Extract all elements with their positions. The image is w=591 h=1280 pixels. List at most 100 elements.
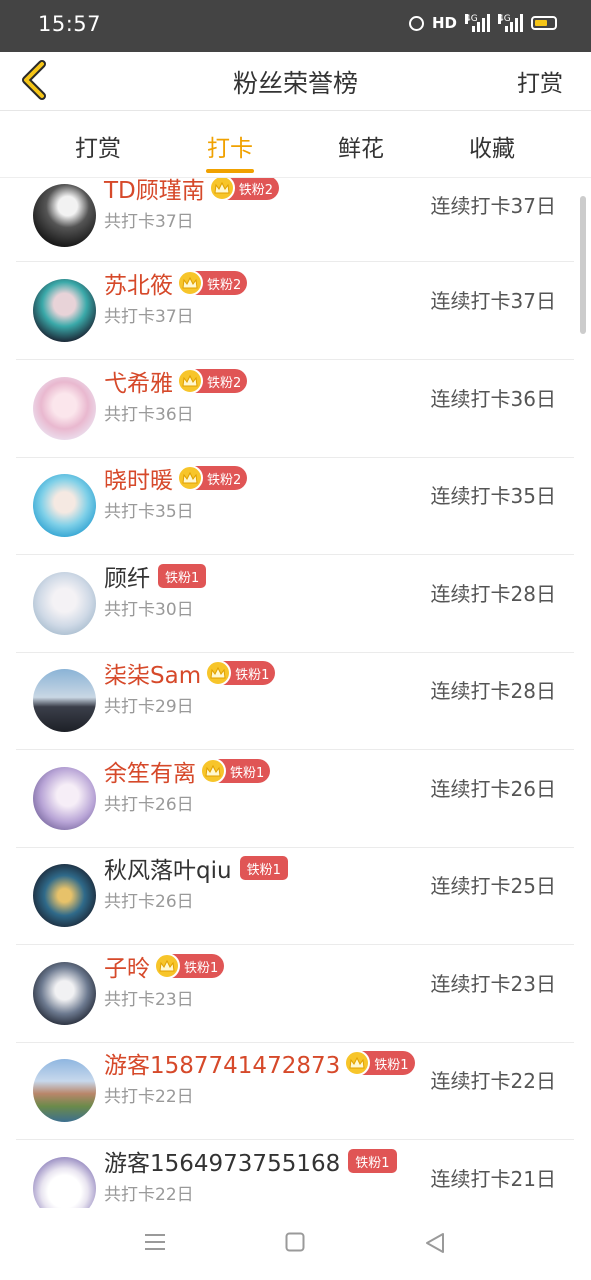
tab-tip[interactable]: 打赏 [75,129,121,163]
avatar [33,474,96,537]
avatar [33,377,96,440]
fan-level-badge: 铁粉1 [344,1050,415,1076]
avatar [33,669,96,732]
alarm-icon [408,15,424,31]
list-item[interactable]: 游客1564973755168 铁粉1 共打卡22日 连续打卡21日 [16,1140,574,1208]
fan-level-badge: 铁粉1 [348,1149,397,1173]
avatar [33,1059,96,1122]
list-item[interactable]: 子昤 铁粉1 共打卡23日 连续打卡23日 [16,945,574,1043]
total-checkin: 共打卡30日 [104,600,194,620]
total-checkin: 共打卡26日 [104,795,194,815]
avatar [33,767,96,830]
crown-icon [200,758,226,784]
streak-checkin: 连续打卡37日 [430,194,556,218]
tab-favorites[interactable]: 收藏 [469,129,515,163]
crown-icon [177,368,203,394]
avatar [33,184,96,247]
app-header: 粉丝荣誉榜 打赏 [0,52,591,111]
tab-checkin[interactable]: 打卡 [207,129,253,163]
streak-checkin: 连续打卡37日 [430,289,556,313]
list-item[interactable]: 余笙有离 铁粉1 共打卡26日 连续打卡26日 [16,750,574,848]
crown-icon [177,465,203,491]
list-item[interactable]: 顾纤 铁粉1 共打卡30日 连续打卡28日 [16,555,574,653]
fan-level-badge: 铁粉1 [200,758,271,784]
signal-icon: 4G [498,14,523,32]
home-button[interactable] [285,1232,305,1256]
scrollbar[interactable] [580,196,586,334]
streak-checkin: 连续打卡21日 [430,1167,556,1191]
crown-icon [177,270,203,296]
avatar [33,572,96,635]
total-checkin: 共打卡22日 [104,1087,194,1107]
total-checkin: 共打卡26日 [104,892,194,912]
back-triangle-icon [426,1233,444,1253]
fan-name: 秋风落叶qiu [104,858,232,884]
fan-name: 弋希雅 [104,371,173,397]
fan-name: 余笙有离 [104,761,196,787]
avatar [33,1157,96,1208]
list-item[interactable]: 秋风落叶qiu 铁粉1 共打卡26日 连续打卡25日 [16,847,574,945]
fan-name: TD顾瑾南 [104,178,205,204]
system-nav-bar [0,1208,591,1280]
status-bar: 15:57 HD 4G 4G [0,0,591,52]
fan-level-badge: 铁粉1 [154,953,225,979]
list-item[interactable]: 弋希雅 铁粉2 共打卡36日 连续打卡36日 [16,360,574,458]
list-item[interactable]: 晓时暖 铁粉2 共打卡35日 连续打卡35日 [16,457,574,555]
status-time: 15:57 [38,12,102,36]
fan-level-badge: 铁粉1 [205,660,276,686]
total-checkin: 共打卡35日 [104,502,194,522]
fan-name: 苏北筱 [104,273,173,299]
list-item[interactable]: TD顾瑾南 铁粉2 共打卡37日 连续打卡37日 [16,178,574,262]
menu-button[interactable] [144,1232,166,1256]
battery-icon [531,16,557,30]
streak-checkin: 连续打卡28日 [430,582,556,606]
fan-level-badge: 铁粉2 [177,368,248,394]
tab-flowers[interactable]: 鲜花 [338,129,384,163]
streak-checkin: 连续打卡35日 [430,484,556,508]
fan-name: 顾纤 [104,566,150,592]
tab-bar: 打赏 打卡 鲜花 收藏 [0,111,591,178]
active-tab-indicator [206,169,254,173]
total-checkin: 共打卡37日 [104,307,194,327]
fan-name: 柒柒Sam [104,663,202,689]
list-item[interactable]: 苏北筱 铁粉2 共打卡37日 连续打卡37日 [16,262,574,360]
total-checkin: 共打卡36日 [104,405,194,425]
crown-icon [208,178,235,201]
tip-button[interactable]: 打赏 [517,64,563,98]
total-checkin: 共打卡22日 [104,1185,194,1205]
crown-icon [205,660,232,686]
avatar [33,279,96,342]
list-item[interactable]: 游客1587741472873 铁粉1 共打卡22日 连续打卡22日 [16,1042,574,1140]
fan-name: 子昤 [104,956,150,982]
fan-name: 游客1587741472873 [104,1053,341,1079]
fan-level-badge: 铁粉2 [177,465,248,491]
page-title: 粉丝荣誉榜 [232,69,358,98]
total-checkin: 共打卡23日 [104,990,194,1010]
fan-level-badge: 铁粉1 [158,564,207,588]
streak-checkin: 连续打卡36日 [430,387,556,411]
avatar [33,864,96,927]
fan-level-badge: 铁粉2 [208,178,280,201]
streak-checkin: 连续打卡23日 [430,972,556,996]
fan-name: 晓时暖 [104,468,173,494]
list-item[interactable]: 柒柒Sam 铁粉1 共打卡29日 连续打卡28日 [16,652,574,750]
hd-label: HD [431,14,457,32]
fan-list[interactable]: TD顾瑾南 铁粉2 共打卡37日 连续打卡37日 苏北筱 铁粉2 共打卡37日 … [0,178,591,1208]
avatar [33,962,96,1025]
fan-level-badge: 铁粉1 [239,856,288,880]
crown-icon [344,1050,371,1076]
back-nav-button[interactable] [424,1232,446,1258]
signal-icon: 4G [465,14,490,32]
fan-name: 游客1564973755168 [104,1151,341,1177]
streak-checkin: 连续打卡25日 [430,874,556,898]
streak-checkin: 连续打卡28日 [430,679,556,703]
streak-checkin: 连续打卡22日 [430,1069,556,1093]
streak-checkin: 连续打卡26日 [430,777,556,801]
fan-level-badge: 铁粉2 [177,270,248,296]
menu-icon [145,1234,165,1250]
total-checkin: 共打卡37日 [104,212,194,232]
crown-icon [154,953,180,979]
total-checkin: 共打卡29日 [104,697,194,717]
home-square-icon [285,1232,305,1252]
status-icons: HD 4G 4G [408,14,557,32]
